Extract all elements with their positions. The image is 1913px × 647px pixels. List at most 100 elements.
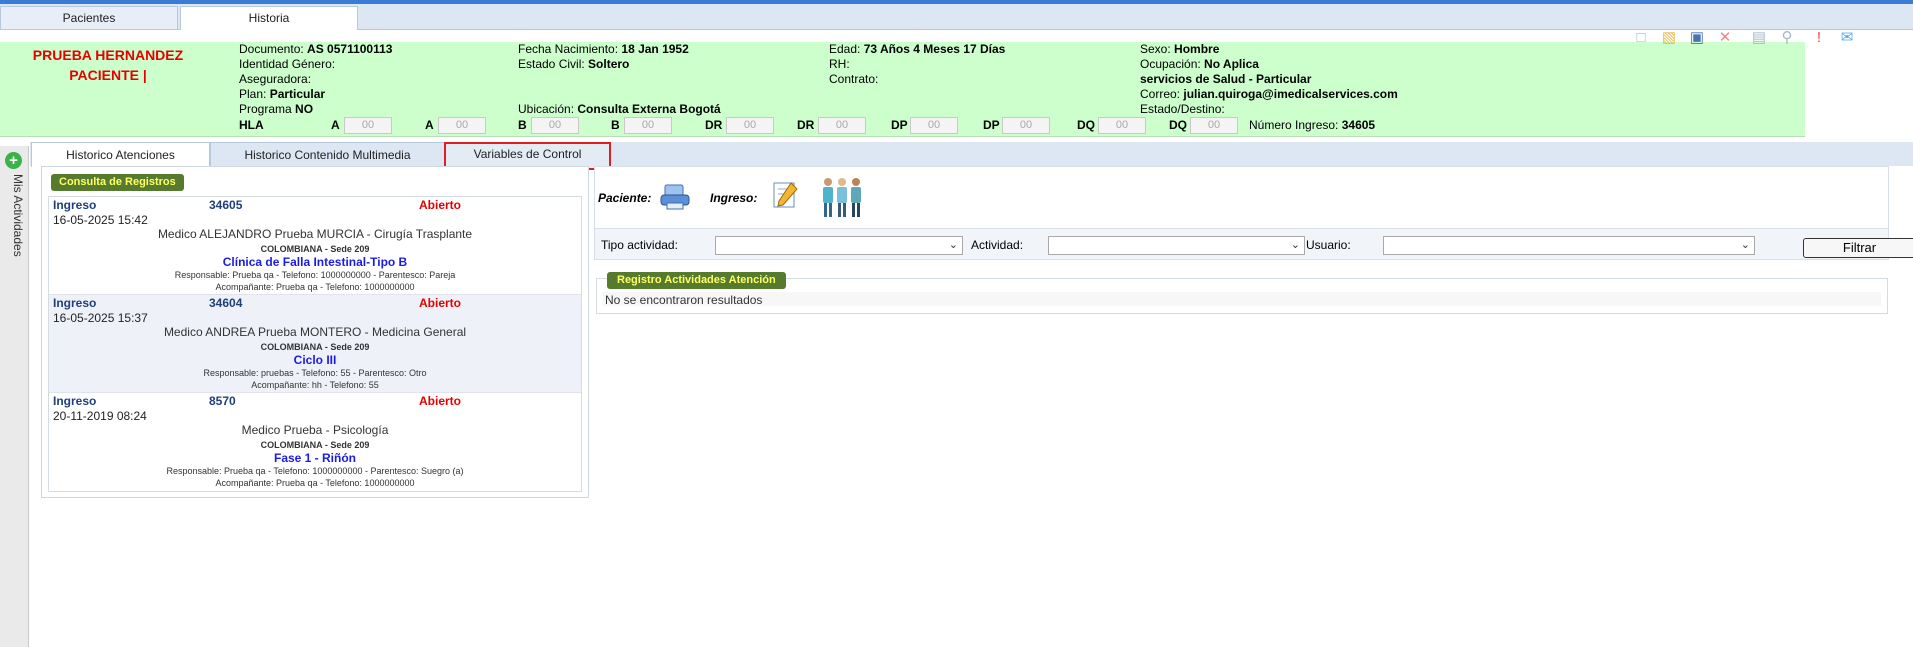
usuario-select[interactable]: ⌄ [1383, 236, 1755, 255]
record-status: Abierto [419, 198, 461, 212]
print-icon[interactable]: ▤ [1749, 28, 1769, 48]
chevron-down-icon: ⌄ [1740, 239, 1750, 251]
patient-name-line1: PRUEBA HERNANDEZ [32, 47, 184, 63]
rh-field: RH: [829, 57, 850, 71]
hla-dp1-input[interactable]: 00 [910, 117, 958, 134]
hla-dq1-input[interactable]: 00 [1098, 117, 1146, 134]
correo-field: Correo: julian.quiroga@imedicalservices.… [1140, 87, 1398, 101]
tab-historico-atenciones[interactable]: Historico Atenciones [31, 142, 210, 167]
record-date: 16-05-2025 15:42 [53, 213, 148, 227]
activities-sidebar[interactable]: + Mis Actividades [0, 146, 29, 647]
result-row [603, 292, 1881, 306]
ubicacion-label: Ubicación: [518, 102, 575, 116]
ocupacion-label: Ocupación: [1140, 57, 1201, 71]
hla-dq1-label: DQ [1077, 118, 1095, 132]
servicios-field: servicios de Salud - Particular [1140, 72, 1311, 86]
new-document-icon[interactable]: □ [1631, 28, 1651, 48]
record-acompanante: Acompañante: Prueba qa - Telefono: 10000… [215, 282, 415, 292]
record-sede: COLOMBIANA - Sede 209 [260, 244, 370, 254]
hla-b1-input[interactable]: 00 [531, 117, 579, 134]
add-activity-icon[interactable]: + [5, 152, 22, 169]
mis-actividades-label[interactable]: Mis Actividades [3, 174, 25, 404]
hla-b1-label: B [518, 118, 527, 132]
record-acompanante: Acompañante: hh - Telefono: 55 [251, 380, 379, 390]
hla-dq2-label: DQ [1169, 118, 1187, 132]
save-icon[interactable]: ▣ [1687, 28, 1707, 48]
toolbar: □ ▧ ▣ ✕ ▤ ⚲ ! ✉ [1623, 26, 1903, 52]
edit-ingreso-icon[interactable] [771, 179, 799, 211]
tab-historico-multimedia[interactable]: Historico Contenido Multimedia [210, 142, 445, 167]
hla-b2-input[interactable]: 00 [624, 117, 672, 134]
registro-title: Registro Actividades Atención [607, 272, 786, 289]
usuario-label: Usuario: [1306, 238, 1351, 252]
programa-field: Programa NO [239, 102, 313, 116]
record-programa: Clínica de Falla Intestinal-Tipo B [222, 255, 408, 269]
record-medico: Medico ALEJANDRO Prueba MURCIA - Cirugía… [157, 227, 473, 241]
plan-label: Plan: [239, 87, 267, 101]
staff-icon[interactable] [819, 175, 865, 219]
fecha-nacimiento-field: Fecha Nacimiento: 18 Jan 1952 [518, 42, 689, 56]
plan-value: Particular [269, 87, 326, 101]
record-responsable: Responsable: Prueba qa - Telefono: 10000… [166, 466, 464, 476]
record-responsable: Responsable: Prueba qa - Telefono: 10000… [174, 270, 456, 280]
patient-print-icon[interactable] [659, 181, 691, 211]
ubicacion-value: Consulta Externa Bogotá [577, 102, 721, 116]
ocupacion-value: No Aplica [1204, 57, 1259, 71]
comment-icon[interactable]: ✉ [1837, 28, 1857, 48]
identidad-field: Identidad Género: [239, 57, 335, 71]
rh-label: RH: [829, 57, 850, 71]
hla-a2-input[interactable]: 00 [438, 117, 486, 134]
sexo-value: Hombre [1174, 42, 1220, 56]
delete-icon[interactable]: ✕ [1715, 28, 1735, 48]
folder-icon[interactable]: ▧ [1659, 28, 1679, 48]
sexo-field: Sexo: Hombre [1140, 42, 1219, 56]
hla-dr2-label: DR [797, 118, 815, 132]
estado-label: Estado/Destino: [1140, 102, 1225, 116]
edad-value: 73 Años 4 Meses 17 Días [863, 42, 1006, 56]
civil-value: Soltero [588, 57, 630, 71]
tipo-actividad-select[interactable]: ⌄ [715, 236, 963, 255]
numero-ingreso-field: Número Ingreso: 34605 [1249, 117, 1375, 133]
list-item[interactable]: Ingreso 34604 Abierto 16-05-2025 15:37 M… [49, 295, 581, 393]
aseguradora-field: Aseguradora: [239, 72, 311, 86]
hla-dq2-input[interactable]: 00 [1190, 117, 1238, 134]
ubicacion-field: Ubicación: Consulta Externa Bogotá [518, 102, 721, 116]
list-item[interactable]: Ingreso 8570 Abierto 20-11-2019 08:24 Me… [49, 393, 581, 490]
patient-name: PRUEBA HERNANDEZ PACIENTE | [20, 45, 196, 85]
fecha-value: 18 Jan 1952 [621, 42, 689, 56]
programa-value: NO [295, 102, 314, 116]
preview-icon[interactable]: ⚲ [1777, 28, 1797, 48]
record-number: 8570 [209, 394, 236, 408]
tab-historia[interactable]: Historia [180, 6, 358, 30]
record-medico: Medico ANDREA Prueba MONTERO - Medicina … [163, 325, 467, 339]
ingreso-value: 34605 [1341, 118, 1376, 132]
tipo-actividad-label: Tipo actividad: [601, 238, 678, 252]
correo-value: julian.quiroga@imedicalservices.com [1183, 87, 1398, 101]
empty-results-message: No se encontraron resultados [605, 293, 763, 307]
patient-header: PRUEBA HERNANDEZ PACIENTE | Documento: A… [0, 42, 1805, 137]
plan-field: Plan: Particular [239, 87, 325, 101]
record-number: 34605 [209, 198, 243, 212]
sexo-label: Sexo: [1140, 42, 1171, 56]
hla-a1-input[interactable]: 00 [344, 117, 392, 134]
hla-dr2-input[interactable]: 00 [818, 117, 866, 134]
record-responsable: Responsable: pruebas - Telefono: 55 - Pa… [203, 368, 427, 378]
activity-header-panel: Paciente: Ingreso: [594, 166, 1889, 230]
alert-icon[interactable]: ! [1809, 28, 1829, 48]
chevron-down-icon: ⌄ [948, 239, 958, 251]
record-date: 20-11-2019 08:24 [53, 409, 147, 423]
hla-a1-label: A [331, 118, 340, 132]
filtrar-button[interactable]: Filtrar [1803, 238, 1913, 258]
hla-dr1-input[interactable]: 00 [726, 117, 774, 134]
history-tabs: Historico Atenciones Historico Contenido… [30, 142, 1913, 170]
hla-label: HLA [239, 118, 264, 132]
servicios-value: servicios de Salud - Particular [1140, 72, 1312, 86]
tab-pacientes[interactable]: Pacientes [0, 6, 178, 29]
documento-value: AS 0571100113 [307, 42, 393, 56]
record-label: Ingreso [53, 296, 97, 310]
identidad-label: Identidad Género: [239, 57, 336, 71]
actividad-select[interactable]: ⌄ [1048, 236, 1305, 255]
hla-a2-label: A [425, 118, 434, 132]
hla-dp2-input[interactable]: 00 [1002, 117, 1050, 134]
list-item[interactable]: Ingreso 34605 Abierto 16-05-2025 15:42 M… [49, 197, 581, 295]
